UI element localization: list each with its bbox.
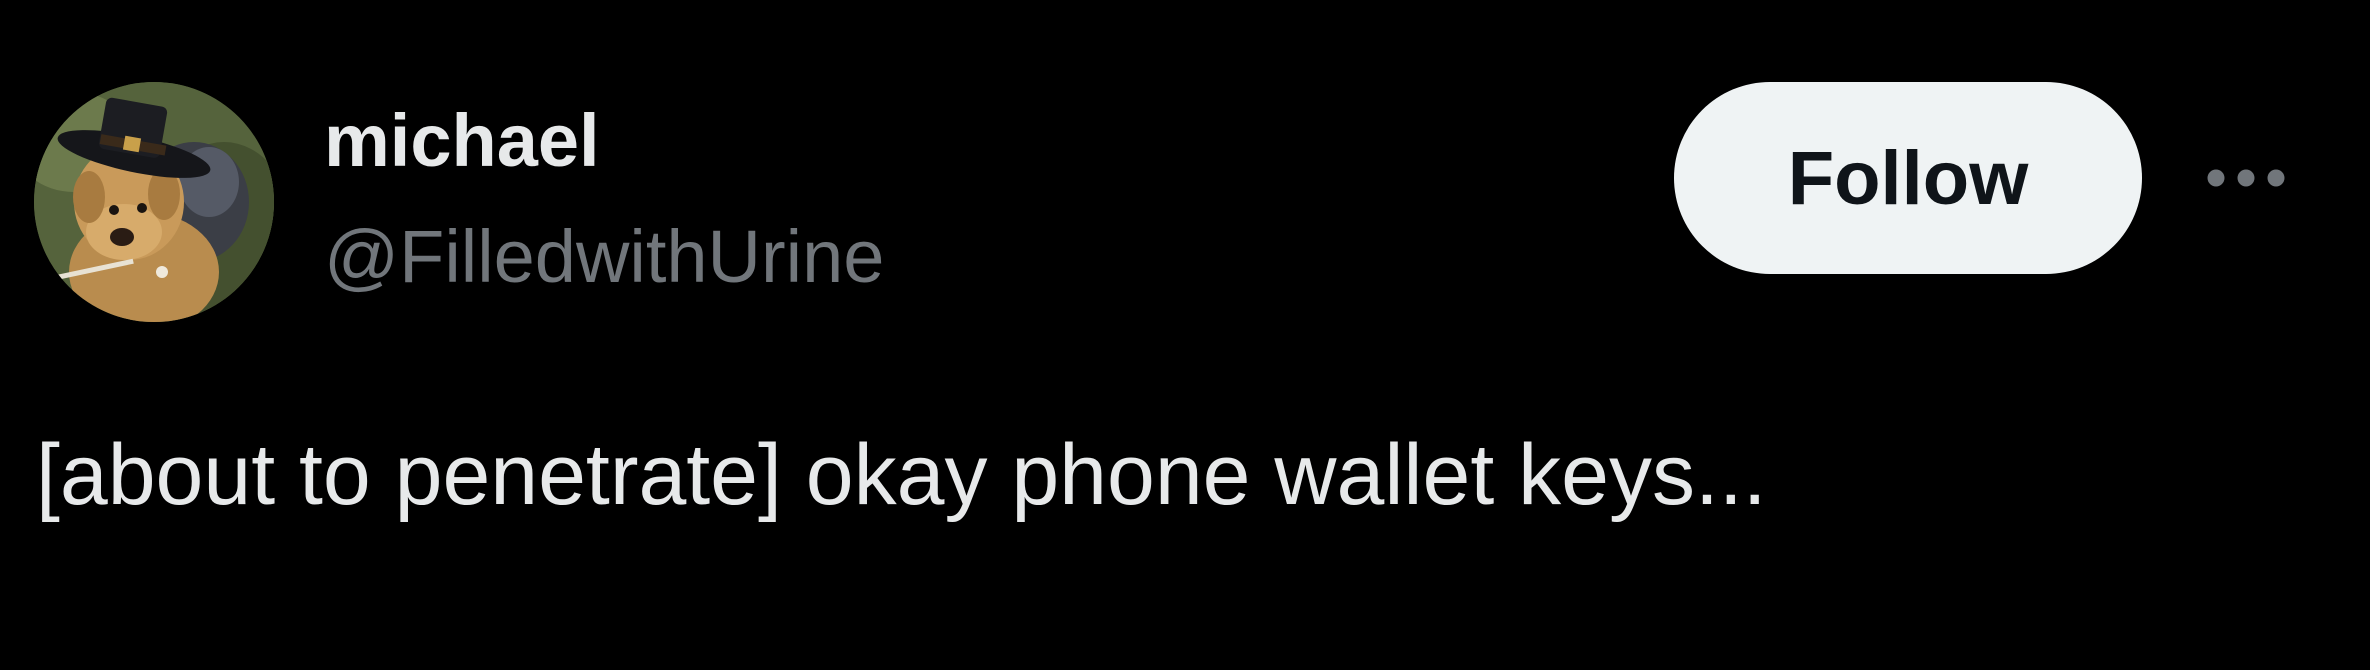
more-horizontal-icon bbox=[2207, 169, 2285, 187]
more-options-button[interactable] bbox=[2196, 150, 2296, 206]
tweet-text: [about to penetrate] okay phone wallet k… bbox=[36, 427, 1767, 523]
tweet: michael @FilledwithUrine Follow [about t… bbox=[0, 0, 2370, 670]
follow-button[interactable]: Follow bbox=[1674, 82, 2142, 274]
avatar[interactable] bbox=[34, 82, 274, 322]
user-handle[interactable]: @FilledwithUrine bbox=[324, 212, 884, 302]
plush-dog-avatar-image bbox=[34, 82, 274, 322]
display-name[interactable]: michael bbox=[324, 96, 600, 186]
